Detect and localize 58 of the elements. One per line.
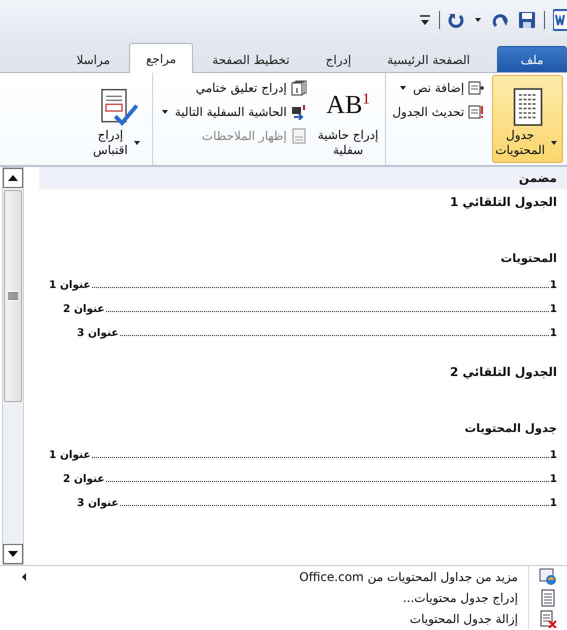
toc-heading: عنوان 3 bbox=[77, 327, 119, 339]
ribbon-button[interactable]: جدول المحتويات bbox=[492, 75, 563, 163]
toc-heading: عنوان 3 bbox=[77, 497, 119, 509]
submenu-arrow-icon bbox=[22, 572, 26, 580]
section-header: مضمن bbox=[39, 167, 567, 189]
undo-icon[interactable] bbox=[448, 12, 464, 28]
caret-icon bbox=[551, 141, 557, 145]
page-number: 1 bbox=[550, 303, 557, 315]
ribbon-tab[interactable]: تخطيط الصفحة bbox=[195, 46, 307, 72]
toc-title: المحتويات bbox=[500, 251, 557, 265]
ribbon-button[interactable]: إضافة نص bbox=[390, 79, 486, 97]
add-text-icon bbox=[468, 80, 484, 96]
down-arrow-icon bbox=[8, 551, 18, 557]
word-icon[interactable] bbox=[553, 9, 567, 31]
document-icon bbox=[539, 588, 557, 606]
update-table-icon bbox=[468, 104, 484, 120]
customize-icon[interactable] bbox=[419, 14, 431, 26]
toc-heading: عنوان 2 bbox=[63, 303, 105, 315]
page-number: 1 bbox=[550, 279, 557, 291]
page-number: 1 bbox=[550, 473, 557, 485]
scroll-thumb[interactable] bbox=[4, 190, 22, 402]
menu-item[interactable]: إدراج جدول محتويات... bbox=[0, 587, 567, 608]
menu-item[interactable]: مزيد من جداول المحتويات من Office.com bbox=[0, 566, 567, 587]
toc-heading: عنوان 1 bbox=[49, 449, 91, 461]
redo-icon[interactable] bbox=[492, 12, 510, 28]
caret-icon bbox=[400, 86, 406, 90]
page-number: 1 bbox=[550, 327, 557, 339]
endnote-icon bbox=[290, 80, 307, 96]
ribbon-button[interactable]: إدراج اقتباس bbox=[88, 75, 148, 163]
ribbon-button[interactable]: الحاشية السفلية التالية bbox=[156, 103, 309, 121]
ribbon-button[interactable]: تحديث الجدول bbox=[390, 103, 486, 121]
scroll-up-button[interactable] bbox=[3, 168, 23, 188]
gallery-item-title[interactable]: الجدول التلقائي 1 bbox=[49, 195, 557, 209]
ribbon-tab[interactable]: مراسلا bbox=[59, 46, 128, 72]
scroll-down-button[interactable] bbox=[3, 544, 23, 564]
toc-heading: عنوان 1 bbox=[49, 279, 91, 291]
caret-icon bbox=[162, 110, 168, 114]
footnote-icon: AB$^{1}$ bbox=[326, 92, 370, 118]
ribbon-tab[interactable]: مراجع bbox=[129, 43, 194, 73]
caret-icon bbox=[134, 141, 140, 145]
ribbon-tab[interactable]: إدراج bbox=[308, 46, 368, 72]
remove-document-icon bbox=[539, 610, 557, 628]
page-number: 1 bbox=[550, 449, 557, 461]
scrollbar[interactable] bbox=[2, 167, 24, 565]
notes-icon bbox=[290, 128, 307, 144]
file-tab[interactable]: ملف bbox=[497, 46, 567, 72]
page-number: 1 bbox=[550, 497, 557, 509]
next-footnote-icon bbox=[290, 104, 307, 120]
ribbon-tab[interactable]: الصفحة الرئيسية bbox=[370, 46, 487, 72]
up-arrow-icon bbox=[8, 175, 18, 181]
caret-icon[interactable] bbox=[475, 18, 481, 22]
menu-item[interactable]: إزالة جدول المحتويات bbox=[0, 608, 567, 629]
ribbon-button[interactable]: إدراج تعليق ختامي bbox=[156, 79, 309, 97]
toc-title: جدول المحتويات bbox=[464, 421, 557, 435]
toc-heading: عنوان 2 bbox=[63, 473, 105, 485]
globe-document-icon bbox=[539, 568, 557, 586]
gallery-item-title[interactable]: الجدول التلقائي 2 bbox=[49, 365, 557, 379]
save-icon[interactable] bbox=[518, 11, 536, 29]
